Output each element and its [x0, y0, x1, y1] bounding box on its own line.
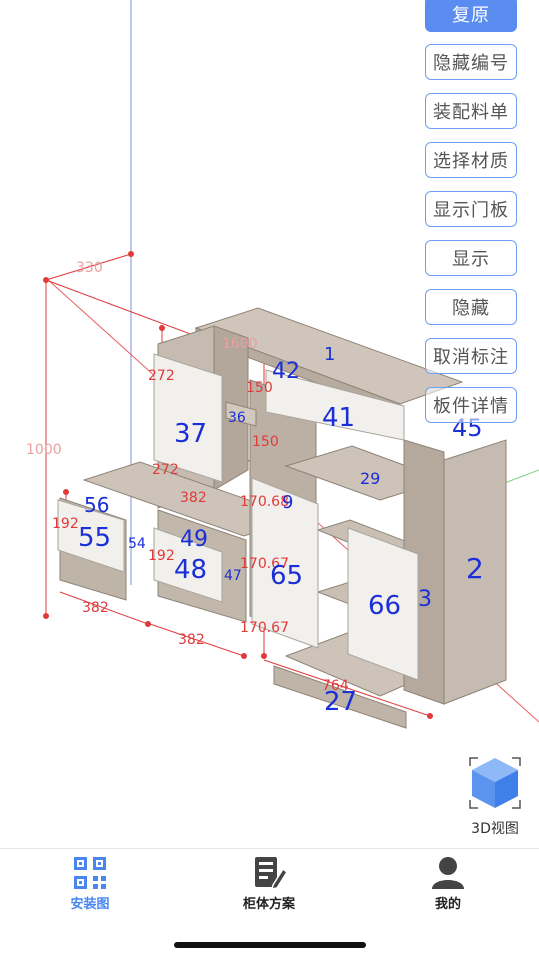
select-material-button[interactable]: 选择材质 [425, 142, 517, 178]
show-button[interactable]: 显示 [425, 240, 517, 276]
part-number: 65 [270, 561, 303, 591]
part-number: 37 [174, 419, 207, 449]
panel-detail-button[interactable]: 板件详情 [425, 387, 517, 423]
bottom-tab-bar: 安装图 柜体方案 我的 [0, 848, 539, 915]
plan-edit-icon [255, 857, 287, 890]
hide-numbers-button[interactable]: 隐藏编号 [425, 44, 517, 80]
dim-label: 272 [148, 368, 175, 384]
part-number: 41 [322, 403, 355, 433]
dim-label: 1600 [222, 336, 258, 352]
dim-label: 192 [148, 548, 175, 564]
part-number: 47 [224, 568, 242, 584]
view-3d-label: 3D视图 [471, 821, 519, 837]
qr-code-icon [74, 857, 106, 889]
part-number: 56 [84, 493, 109, 517]
tab-label: 柜体方案 [242, 897, 295, 912]
dim-label: 170.67 [240, 620, 289, 636]
part-number: 42 [272, 359, 300, 384]
hide-button[interactable]: 隐藏 [425, 289, 517, 325]
dim-label: 382 [180, 490, 207, 506]
tab-install-diagram[interactable]: 安装图 [30, 855, 150, 913]
dim-label: 150 [252, 434, 279, 450]
reset-button[interactable]: 复原 [425, 0, 517, 32]
part-number: 27 [324, 687, 357, 717]
part-number: 54 [128, 536, 146, 552]
tab-mine[interactable]: 我的 [388, 855, 508, 913]
cancel-marks-button[interactable]: 取消标注 [425, 338, 517, 374]
part-number: 9 [282, 492, 293, 513]
view-3d-button[interactable]: 3D视图 [464, 752, 526, 842]
tab-cabinet-plan[interactable]: 柜体方案 [209, 855, 329, 913]
part-number: 1 [324, 344, 335, 365]
dim-label: 382 [82, 600, 109, 616]
home-indicator [174, 942, 366, 948]
cube-3d-icon [469, 757, 521, 809]
part-number: 48 [174, 555, 207, 585]
part-number: 55 [78, 523, 111, 553]
cabinet-3d-viewport[interactable]: 330 1600 1000 272 150 150 272 382 170.68… [0, 0, 539, 848]
part-number: 3 [418, 587, 432, 612]
part-number: 2 [466, 552, 484, 585]
tab-label: 我的 [434, 897, 461, 912]
dim-label: 192 [52, 516, 79, 532]
dim-label: 272 [152, 462, 179, 478]
dim-label: 330 [76, 260, 103, 276]
part-number: 49 [180, 527, 208, 552]
show-doors-button[interactable]: 显示门板 [425, 191, 517, 227]
tab-label: 安装图 [70, 897, 110, 912]
part-number: 66 [368, 591, 401, 621]
assembly-list-button[interactable]: 装配料单 [425, 93, 517, 129]
dim-label: 382 [178, 632, 205, 648]
part-number: 29 [360, 469, 380, 488]
dim-label: 150 [246, 380, 273, 396]
dim-label: 1000 [26, 442, 62, 458]
user-icon [432, 857, 464, 889]
part-number: 36 [228, 410, 246, 426]
